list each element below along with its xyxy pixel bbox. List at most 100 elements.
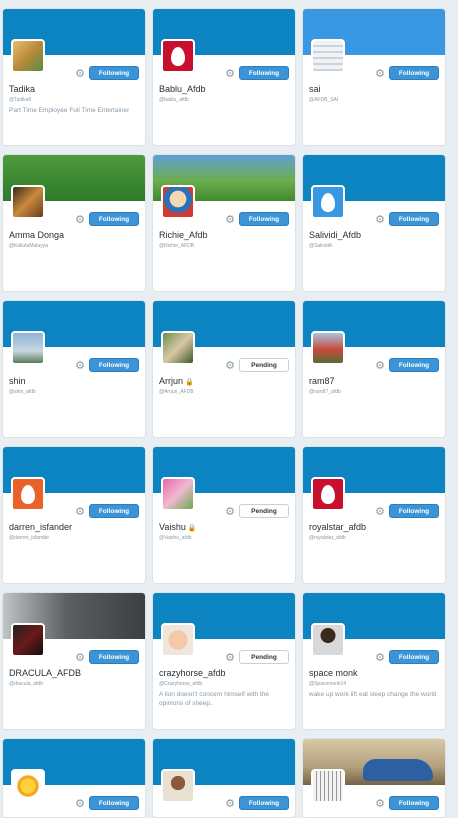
follow-button[interactable]: Following: [89, 66, 139, 80]
gear-icon[interactable]: ⚙: [75, 507, 85, 518]
gear-icon[interactable]: ⚙: [375, 507, 385, 518]
follow-button[interactable]: Following: [89, 212, 139, 226]
follow-button[interactable]: Following: [89, 796, 139, 810]
profile-card[interactable]: ⚙ Following Salividi_Afdb @SalividA: [302, 154, 446, 292]
profile-handle: @KalluteMalayya: [9, 243, 48, 249]
profile-name[interactable]: ram87: [309, 376, 335, 386]
profile-avatar[interactable]: [311, 769, 345, 803]
gear-icon[interactable]: ⚙: [375, 215, 385, 226]
profile-name[interactable]: royalstar_afdb: [309, 522, 366, 532]
car-image: [363, 759, 433, 781]
profile-card[interactable]: ⚙ Following darren_isfander @darren_isfa…: [2, 446, 146, 584]
follow-button[interactable]: Following: [239, 66, 289, 80]
gear-icon[interactable]: ⚙: [375, 653, 385, 664]
profile-name[interactable]: Arrjun 🔒: [159, 376, 194, 386]
profile-card[interactable]: ⚙ Following Bablu_Afdb @bablu_afdb: [152, 8, 296, 146]
profile-avatar[interactable]: [161, 185, 195, 219]
profile-name[interactable]: Richie_Afdb: [159, 230, 208, 240]
profile-card[interactable]: ⚙ Following space monk @Spacemonk14 wake…: [302, 592, 446, 730]
profile-avatar[interactable]: [11, 39, 45, 73]
profile-avatar[interactable]: [161, 623, 195, 657]
profile-name[interactable]: Salividi_Afdb: [309, 230, 361, 240]
profile-name[interactable]: Bablu_Afdb: [159, 84, 206, 94]
follow-button[interactable]: Following: [239, 796, 289, 810]
gear-icon[interactable]: ⚙: [225, 361, 235, 372]
profile-avatar[interactable]: [311, 39, 345, 73]
profile-handle: @bablu_afdb: [159, 97, 189, 103]
profile-card[interactable]: ⚙ Following ram87 @ram87_afdb: [302, 300, 446, 438]
profile-avatar[interactable]: [11, 623, 45, 657]
profile-avatar[interactable]: [11, 331, 45, 365]
gear-icon[interactable]: ⚙: [225, 507, 235, 518]
profile-name[interactable]: darren_isfander: [9, 522, 72, 532]
profile-avatar[interactable]: [311, 623, 345, 657]
gear-icon[interactable]: ⚙: [375, 69, 385, 80]
profile-card[interactable]: ⚙ Following sai @AFDB_SAI: [302, 8, 446, 146]
profile-avatar[interactable]: [11, 477, 45, 511]
follow-button[interactable]: Following: [389, 650, 439, 664]
profile-name[interactable]: DRACULA_AFDB: [9, 668, 81, 678]
sun-icon[interactable]: [11, 769, 45, 803]
follow-button[interactable]: Following: [89, 358, 139, 372]
follow-button[interactable]: Following: [239, 212, 289, 226]
profile-name[interactable]: sai: [309, 84, 321, 94]
follow-button[interactable]: Following: [89, 650, 139, 664]
gear-icon[interactable]: ⚙: [225, 799, 235, 810]
profile-avatar[interactable]: [11, 185, 45, 219]
profile-card[interactable]: ⚙ Pending Vaishu 🔒 @Vaishu_afdb: [152, 446, 296, 584]
profile-name[interactable]: Amma Donga: [9, 230, 64, 240]
profile-avatar[interactable]: [311, 331, 345, 365]
egg-icon: [163, 41, 193, 71]
gear-icon[interactable]: ⚙: [75, 799, 85, 810]
profile-avatar[interactable]: [161, 331, 195, 365]
profile-handle: @Tadika6: [9, 97, 32, 103]
profile-handle: @Arrjun_AFDB: [159, 389, 194, 395]
profile-handle: @royalstar_afdb: [309, 535, 346, 541]
profile-avatar[interactable]: [161, 769, 195, 803]
profile-card[interactable]: ⚙ Following Richie_Afdb @Richie_AFDB: [152, 154, 296, 292]
profile-card[interactable]: ⚙ Following Amma Donga @KalluteMalayya: [2, 154, 146, 292]
profile-avatar[interactable]: [161, 39, 195, 73]
profile-name[interactable]: Vaishu 🔒: [159, 522, 197, 532]
gear-icon[interactable]: ⚙: [75, 215, 85, 226]
follow-button[interactable]: Following: [389, 212, 439, 226]
egg-icon: [13, 479, 43, 509]
profile-card[interactable]: ⚙ Following royalstar_afdb @royalstar_af…: [302, 446, 446, 584]
follow-button[interactable]: Following: [389, 796, 439, 810]
profile-card[interactable]: ⚙ Following DRACULA_AFDB @dracula_afdb: [2, 592, 146, 730]
profile-handle: @Crazyhorse_afdb: [159, 681, 203, 687]
profile-avatar[interactable]: [311, 185, 345, 219]
profile-name[interactable]: space monk: [309, 668, 358, 678]
follow-button[interactable]: Following: [389, 66, 439, 80]
profile-name[interactable]: shin: [9, 376, 26, 386]
follow-button[interactable]: Following: [89, 504, 139, 518]
gear-icon[interactable]: ⚙: [225, 69, 235, 80]
profile-name[interactable]: crazyhorse_afdb: [159, 668, 226, 678]
follow-button[interactable]: Pending: [239, 650, 289, 664]
gear-icon[interactable]: ⚙: [75, 69, 85, 80]
profile-card[interactable]: ⚙ Following: [302, 738, 446, 818]
follow-button[interactable]: Following: [389, 504, 439, 518]
profile-card[interactable]: ⚙ Following: [152, 738, 296, 818]
gear-icon[interactable]: ⚙: [375, 799, 385, 810]
gear-icon[interactable]: ⚙: [75, 653, 85, 664]
egg-icon: [313, 187, 343, 217]
follow-button[interactable]: Following: [389, 358, 439, 372]
profile-card[interactable]: ⚙ Following: [2, 738, 146, 818]
gear-icon[interactable]: ⚙: [225, 653, 235, 664]
profile-card[interactable]: ⚙ Pending crazyhorse_afdb @Crazyhorse_af…: [152, 592, 296, 730]
profile-handle: @shin_afdb: [9, 389, 36, 395]
profile-name[interactable]: Tadika: [9, 84, 35, 94]
gear-icon[interactable]: ⚙: [75, 361, 85, 372]
lock-icon: 🔒: [185, 379, 194, 386]
profile-card[interactable]: ⚙ Following Tadika @Tadika6 Part Time Em…: [2, 8, 146, 146]
profile-card[interactable]: ⚙ Following shin @shin_afdb: [2, 300, 146, 438]
profile-card[interactable]: ⚙ Pending Arrjun 🔒 @Arrjun_AFDB: [152, 300, 296, 438]
follow-button[interactable]: Pending: [239, 358, 289, 372]
profile-avatar[interactable]: [311, 477, 345, 511]
follow-button[interactable]: Pending: [239, 504, 289, 518]
gear-icon[interactable]: ⚙: [375, 361, 385, 372]
gear-icon[interactable]: ⚙: [225, 215, 235, 226]
profile-avatar[interactable]: [161, 477, 195, 511]
profile-name-text: Arrjun: [159, 376, 184, 386]
